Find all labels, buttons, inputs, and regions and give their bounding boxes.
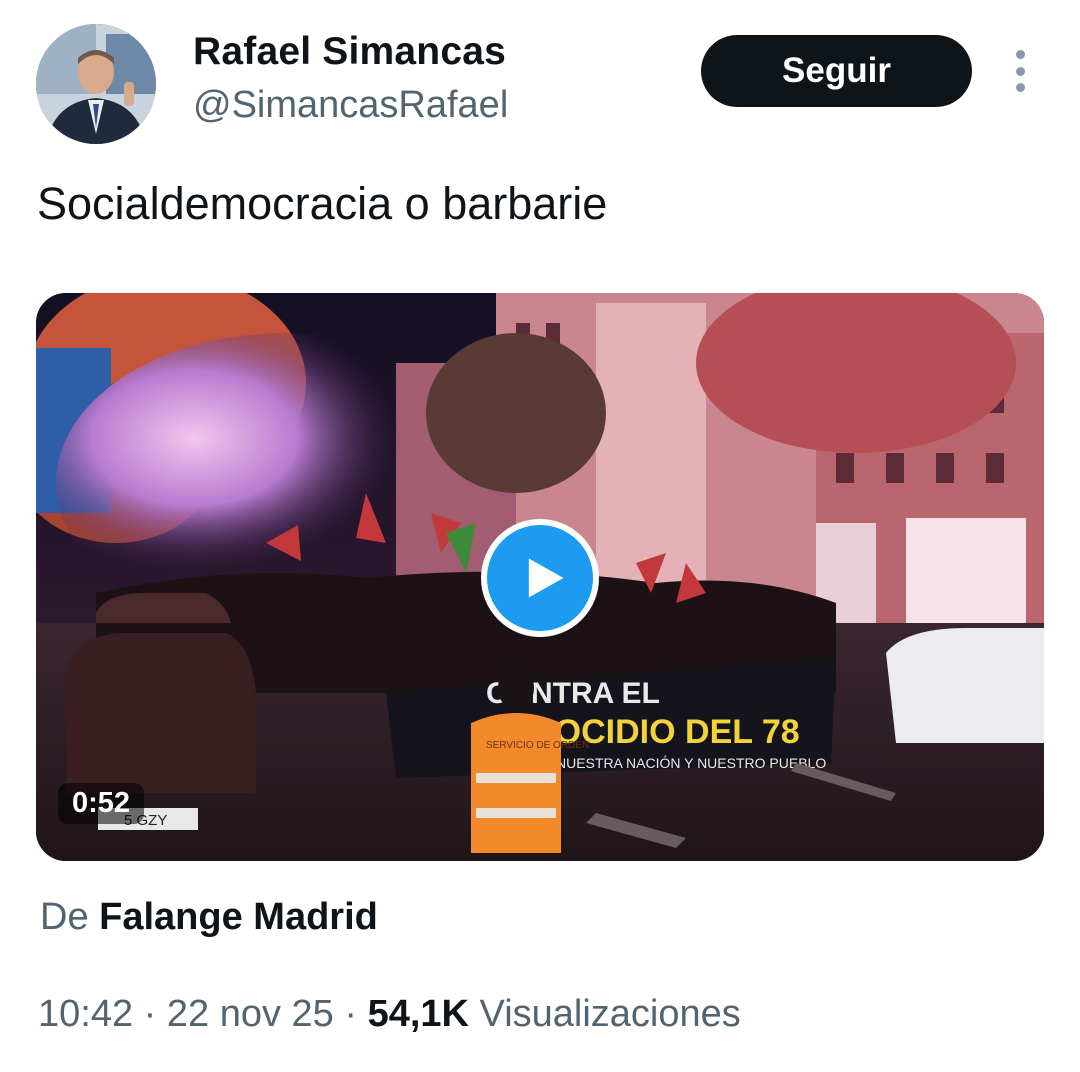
video-duration: 0:52 xyxy=(58,783,145,824)
meta-separator: · xyxy=(143,993,157,1035)
video-attribution: De Falange Madrid xyxy=(40,896,378,939)
follow-button[interactable]: Seguir xyxy=(701,35,972,107)
banner-line3: NUESTRA NACIÓN Y NUESTRO PUEBLO xyxy=(556,755,826,771)
play-button[interactable] xyxy=(481,519,599,637)
views-count: 54,1K xyxy=(367,993,469,1035)
vest-text: SERVICIO DE ORDEN xyxy=(486,740,589,751)
more-dot xyxy=(1015,66,1025,76)
more-dot xyxy=(1015,50,1025,59)
tweet: Rafael Simancas @SimancasRafael Seguir S… xyxy=(0,0,1080,1072)
play-icon xyxy=(528,558,564,598)
tweet-date[interactable]: 22 nov 25 xyxy=(167,993,334,1035)
author-name[interactable]: Rafael Simancas xyxy=(193,30,506,74)
attribution-source-link[interactable]: Falange Madrid xyxy=(99,896,378,938)
more-dot xyxy=(1015,83,1025,92)
avatar[interactable] xyxy=(36,24,156,144)
avatar-photo xyxy=(36,24,156,144)
attribution-prefix: De xyxy=(40,896,89,938)
meta-separator: · xyxy=(344,993,358,1035)
tweet-time[interactable]: 10:42 xyxy=(38,993,133,1035)
author-handle[interactable]: @SimancasRafael xyxy=(193,84,508,127)
views-label: Visualizaciones xyxy=(479,993,741,1035)
tweet-text: Socialdemocracia o barbarie xyxy=(37,178,608,229)
tweet-meta: 10:42 · 22 nov 25 · 54,1K Visualizacione… xyxy=(38,993,741,1036)
more-options-icon[interactable] xyxy=(1004,50,1036,92)
video-player[interactable]: CONTRA EL GENOCIDIO DEL 78 NUESTRA NACIÓ… xyxy=(36,293,1044,861)
